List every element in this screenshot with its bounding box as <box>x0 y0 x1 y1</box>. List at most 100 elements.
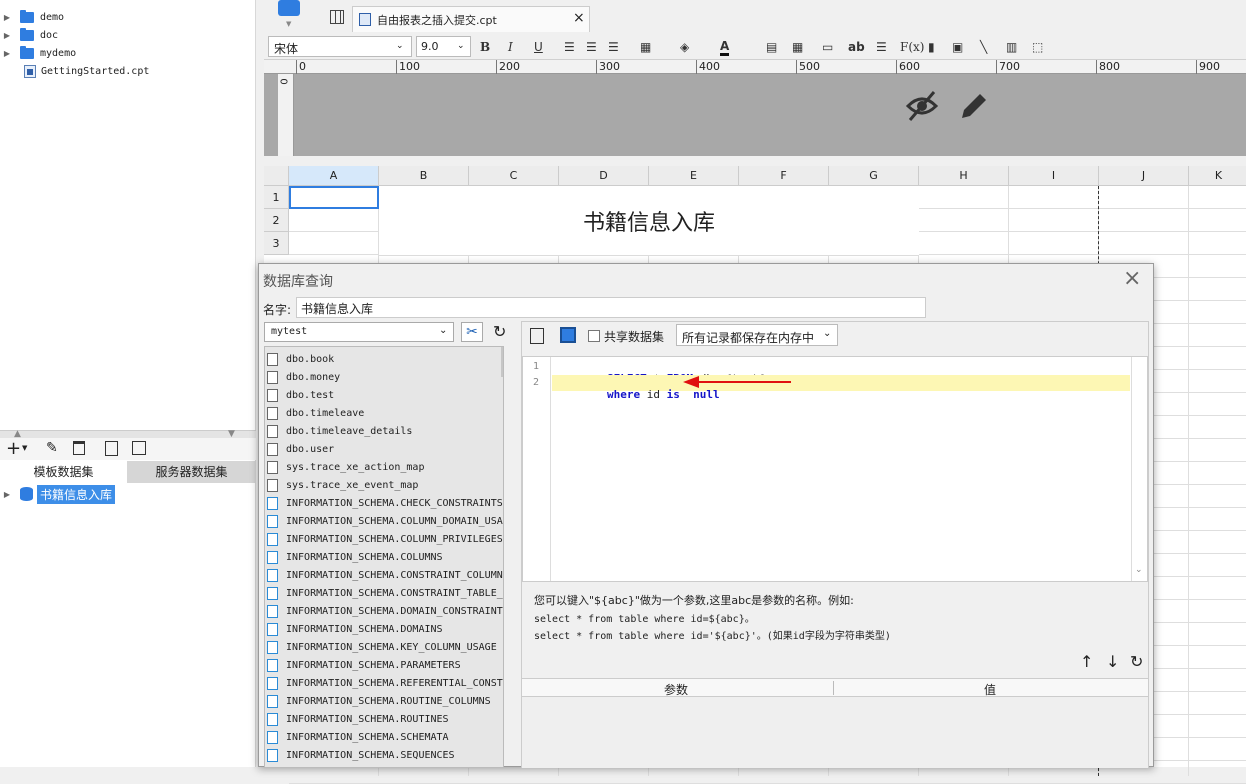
sql-editor[interactable]: 1 2 SELECT * FROM dbo.[book] where id is… <box>522 356 1148 582</box>
table-list-item[interactable]: INFORMATION_SCHEMA.KEY_COLUMN_USAGE <box>267 638 497 656</box>
table-list-item[interactable]: INFORMATION_SCHEMA.SCHEMATA <box>267 728 449 746</box>
tree-item[interactable]: ▶ mydemo <box>0 44 76 62</box>
align-left-icon[interactable]: ☰ <box>564 38 575 56</box>
chart-icon[interactable]: ▮ <box>928 38 935 56</box>
cell-element-icon[interactable]: ⬚ <box>1032 38 1043 56</box>
tree-item[interactable]: ▶ doc <box>0 26 58 44</box>
table-list-item[interactable]: INFORMATION_SCHEMA.ROUTINES <box>267 710 449 728</box>
param-table[interactable]: 参数 值 <box>522 678 1148 768</box>
column-header[interactable]: F <box>739 166 829 186</box>
table-list-item[interactable]: INFORMATION_SCHEMA.SEQUENCES <box>267 746 455 764</box>
italic-icon[interactable]: I <box>508 38 513 56</box>
chevron-down-icon[interactable]: ⌄ <box>457 41 465 51</box>
column-header[interactable]: J <box>1099 166 1189 186</box>
expand-caret-icon[interactable]: ▶ <box>0 490 14 499</box>
expand-caret-icon[interactable]: ▶ <box>0 49 14 58</box>
table-list-item[interactable]: INFORMATION_SCHEMA.CONSTRAINT_COLUMN <box>267 566 503 584</box>
move-up-icon[interactable]: ↑ <box>1080 652 1093 671</box>
table-list-scrollbar[interactable] <box>501 347 503 377</box>
rich-text-icon[interactable]: ☰ <box>876 38 887 56</box>
table-list-item[interactable]: INFORMATION_SCHEMA.COLUMN_PRIVILEGES <box>267 530 503 548</box>
row-header[interactable]: 2 <box>264 209 289 232</box>
column-header[interactable]: C <box>469 166 559 186</box>
table-list-item[interactable]: dbo.timeleave_details <box>267 422 412 440</box>
table-list-item[interactable]: dbo.test <box>267 386 334 404</box>
align-right-icon[interactable]: ☰ <box>608 38 619 56</box>
grid-icon[interactable] <box>330 10 344 24</box>
save-query-icon[interactable] <box>560 327 576 343</box>
close-dialog-icon[interactable]: × <box>1123 266 1141 291</box>
table-list-item[interactable]: dbo.money <box>267 368 340 386</box>
refresh-icon[interactable]: ↻ <box>493 322 506 341</box>
table-list-item[interactable]: INFORMATION_SCHEMA.CHECK_CONSTRAINTS <box>267 494 503 512</box>
column-header[interactable]: H <box>919 166 1009 186</box>
connection-select[interactable]: mytest ⌄ <box>264 322 454 342</box>
hide-eye-icon[interactable] <box>904 88 940 124</box>
preview-query-icon[interactable] <box>530 328 544 344</box>
font-family-select[interactable]: 宋体 ⌄ <box>268 36 412 57</box>
tree-item[interactable]: ▶ demo <box>0 8 64 26</box>
connection-settings-icon[interactable]: ✂ <box>461 322 483 342</box>
font-color-icon[interactable]: A <box>720 38 730 56</box>
table-list-item[interactable]: INFORMATION_SCHEMA.DOMAIN_CONSTRAINT <box>267 602 503 620</box>
table-list-item[interactable]: INFORMATION_SCHEMA.CONSTRAINT_TABLE_ <box>267 584 503 602</box>
edit-icon[interactable]: ✎ <box>46 440 58 456</box>
delete-icon[interactable] <box>73 441 85 455</box>
fill-color-icon[interactable]: ◈ <box>680 38 689 56</box>
expand-caret-icon[interactable]: ▶ <box>0 31 14 40</box>
report-title-cell[interactable]: 书籍信息入库 <box>379 186 919 256</box>
column-header[interactable]: G <box>829 166 919 186</box>
unmerge-icon[interactable]: ▦ <box>792 38 803 56</box>
editor-tab[interactable]: 自由报表之插入提交.cpt × <box>352 6 590 32</box>
tree-item[interactable]: GettingStarted.cpt <box>0 62 149 80</box>
table-list-item[interactable]: sys.trace_xe_event_map <box>267 476 418 494</box>
image-icon[interactable]: ▣ <box>952 38 963 56</box>
formula-icon[interactable]: F(x) <box>900 38 924 56</box>
slash-icon[interactable]: ╲ <box>980 38 987 56</box>
table-list-item[interactable]: INFORMATION_SCHEMA.DOMAINS <box>267 620 443 638</box>
sub-report-icon[interactable]: ▥ <box>1006 38 1017 56</box>
move-down-icon[interactable]: ↓ <box>1106 652 1119 671</box>
chevron-down-icon[interactable]: ⌄ <box>439 325 447 336</box>
tabbar-dropdown-icon[interactable]: ▼ <box>286 20 291 28</box>
tab-template-dataset[interactable]: 模板数据集 <box>0 461 127 483</box>
name-input[interactable]: 书籍信息入库 <box>296 297 926 318</box>
dataset-item[interactable]: ▶ 书籍信息入库 <box>0 484 116 504</box>
table-list[interactable]: dbo.book dbo.money dbo.test dbo.timeleave db… <box>264 346 504 768</box>
panel-splitter[interactable]: ▲ ▼ <box>0 429 256 439</box>
row-header[interactable]: 1 <box>264 186 289 209</box>
border-icon[interactable]: ▦ <box>640 38 651 56</box>
edit-pencil-icon[interactable] <box>956 90 990 124</box>
server-dataset-icon[interactable] <box>132 441 146 455</box>
underline-icon[interactable]: U <box>534 38 543 56</box>
table-list-item[interactable]: sys.trace_xe_action_map <box>267 458 424 476</box>
text-icon[interactable]: ab <box>848 38 865 56</box>
column-header[interactable]: B <box>379 166 469 186</box>
table-list-item[interactable]: dbo.book <box>267 350 334 368</box>
table-list-item[interactable]: dbo.timeleave <box>267 404 364 422</box>
tab-server-dataset[interactable]: 服务器数据集 <box>127 461 256 483</box>
sql-scrollbar[interactable]: ⌄ <box>1131 357 1147 581</box>
merge-icon[interactable]: ▤ <box>766 38 777 56</box>
add-dataset-icon[interactable]: + <box>6 438 21 460</box>
chevron-down-icon[interactable]: ⌄ <box>823 328 831 339</box>
table-list-item[interactable]: INFORMATION_SCHEMA.REFERENTIAL_CONST <box>267 674 503 692</box>
chevron-down-icon[interactable]: ⌄ <box>396 41 404 51</box>
dropdown-arrow-icon[interactable]: ▼ <box>22 444 27 452</box>
close-tab-icon[interactable]: × <box>573 10 585 26</box>
column-header[interactable]: A <box>289 166 379 186</box>
selected-cell-a1[interactable] <box>289 186 379 209</box>
share-checkbox[interactable] <box>588 330 600 342</box>
table-list-item[interactable]: INFORMATION_SCHEMA.PARAMETERS <box>267 656 461 674</box>
column-header[interactable]: D <box>559 166 649 186</box>
table-list-item[interactable]: INFORMATION_SCHEMA.COLUMNS <box>267 548 443 566</box>
column-header[interactable]: K <box>1189 166 1246 186</box>
expand-caret-icon[interactable]: ▶ <box>0 13 14 22</box>
refresh-params-icon[interactable]: ↻ <box>1130 652 1143 671</box>
memory-select[interactable]: 所有记录都保存在内存中 ⌄ <box>676 324 838 346</box>
corner-cell[interactable] <box>264 166 289 186</box>
column-header[interactable]: I <box>1009 166 1099 186</box>
camera-icon[interactable] <box>278 0 300 16</box>
scroll-down-icon[interactable]: ⌄ <box>1135 565 1143 575</box>
preview-icon[interactable] <box>105 441 118 456</box>
